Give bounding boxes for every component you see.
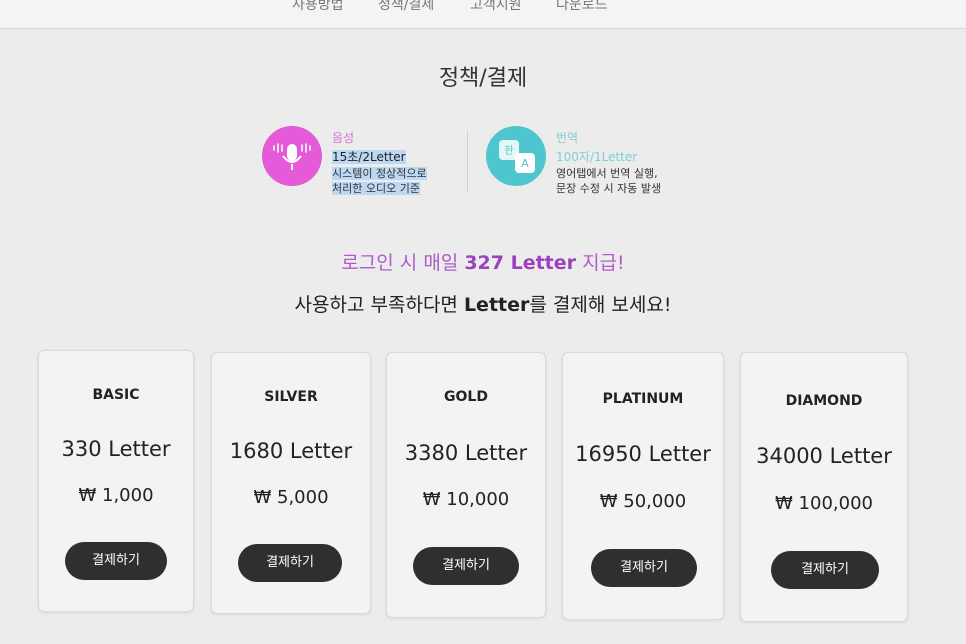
nav-item-usage[interactable]: 사용방법: [292, 0, 344, 14]
translate-rate: 100자/1Letter: [556, 150, 638, 164]
plan-card-basic: BASIC 330 Letter ₩ 1,000 결제하기: [38, 350, 194, 612]
plan-letters: 16950 Letter: [575, 442, 711, 466]
voice-title: 음성: [332, 131, 355, 145]
plan-card-gold: GOLD 3380 Letter ₩ 10,000 결제하기: [386, 352, 546, 618]
top-navigation: 사용방법 정책/결제 고객지원 다운로드: [0, 0, 966, 29]
purchase-prompt: 사용하고 부족하다면 Letter를 결제해 보세요!: [294, 294, 672, 316]
voice-description: 시스템이 정상적으로 처리한 오디오 기준: [332, 167, 427, 195]
plan-letters: 3380 Letter: [404, 441, 528, 465]
nav-item-download[interactable]: 다운로드: [556, 0, 608, 14]
plan-price: ₩ 50,000: [599, 491, 687, 512]
microphone-icon: [262, 126, 322, 186]
buy-button-platinum[interactable]: 결제하기: [591, 549, 697, 587]
buy-button-basic[interactable]: 결제하기: [65, 542, 167, 580]
plan-name: DIAMOND: [785, 393, 863, 409]
nav-item-support[interactable]: 고객지원: [470, 0, 522, 14]
plan-price: ₩ 5,000: [253, 487, 329, 508]
plan-name: PLATINUM: [602, 391, 684, 407]
plan-price: ₩ 100,000: [775, 493, 873, 514]
plan-name: SILVER: [264, 389, 318, 405]
plan-letters: 330 Letter: [61, 437, 171, 461]
svg-text:A: A: [521, 157, 529, 170]
plan-name: GOLD: [444, 389, 488, 405]
feature-divider: [467, 130, 468, 192]
plan-letters: 34000 Letter: [756, 444, 892, 468]
translate-title: 번역: [556, 131, 579, 145]
plan-card-diamond: DIAMOND 34000 Letter ₩ 100,000 결제하기: [740, 352, 908, 622]
plan-price: ₩ 10,000: [422, 489, 510, 510]
nav-item-policy[interactable]: 정책/결제: [378, 0, 434, 14]
translate-feature: 한 A 번역 100자/1Letter 영어탭에서 번역 실행, 문장 수정 시…: [486, 126, 686, 196]
buy-button-gold[interactable]: 결제하기: [413, 547, 519, 585]
plan-card-platinum: PLATINUM 16950 Letter ₩ 50,000 결제하기: [562, 352, 724, 620]
plan-name: BASIC: [92, 387, 140, 403]
translate-description: 영어탭에서 번역 실행, 문장 수정 시 자동 발생: [556, 167, 662, 195]
voice-feature: 음성 15초/2Letter 시스템이 정상적으로 처리한 오디오 기준: [262, 126, 462, 196]
svg-text:한: 한: [504, 145, 513, 157]
plan-price: ₩ 1,000: [78, 485, 154, 506]
page-title: 정책/결제: [438, 66, 528, 91]
plan-letters: 1680 Letter: [229, 439, 353, 463]
plan-card-silver: SILVER 1680 Letter ₩ 5,000 결제하기: [211, 352, 371, 614]
buy-button-diamond[interactable]: 결제하기: [771, 551, 879, 589]
buy-button-silver[interactable]: 결제하기: [238, 544, 342, 582]
daily-letter-promo: 로그인 시 매일 327 Letter 지급!: [341, 252, 625, 274]
translate-icon: 한 A: [486, 126, 546, 186]
voice-rate: 15초/2Letter: [332, 150, 406, 164]
